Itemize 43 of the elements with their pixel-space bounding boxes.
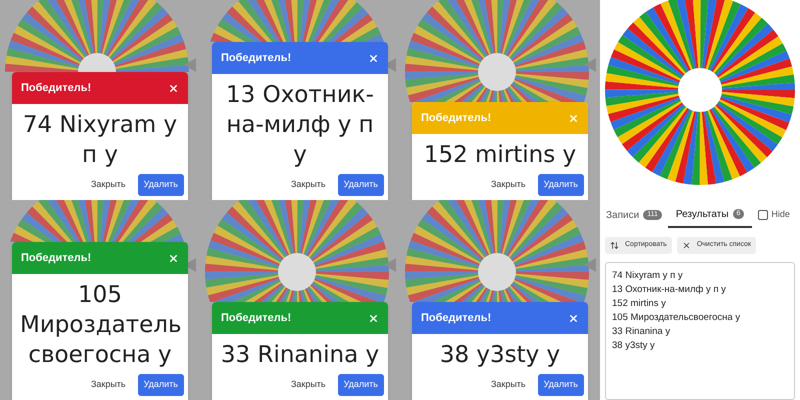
winner-text: 105 Мироздатель своегосна у	[19, 281, 182, 370]
delete-button[interactable]: Удалить	[538, 174, 584, 196]
delete-button[interactable]: Удалить	[138, 374, 184, 396]
sort-icon	[610, 241, 619, 250]
hide-checkbox[interactable]: Hide	[758, 208, 790, 222]
close-button[interactable]: Закрыть	[286, 174, 330, 196]
pointer-icon	[584, 58, 596, 72]
dialog-title: Победитель!	[221, 50, 292, 66]
close-button[interactable]: Закрыть	[86, 174, 130, 196]
result-line: 33 Rinanina у	[612, 325, 672, 339]
delete-button[interactable]: Удалить	[538, 374, 584, 396]
pointer-icon	[184, 58, 196, 72]
delete-button[interactable]: Удалить	[338, 174, 384, 196]
winner-text: 74 Nixyram у п у	[22, 111, 178, 170]
close-icon[interactable]	[568, 312, 579, 324]
close-icon[interactable]	[168, 82, 179, 94]
close-button[interactable]: Закрыть	[486, 374, 530, 396]
result-line: 152 mirtins у	[612, 297, 667, 311]
pointer-icon	[384, 258, 396, 272]
close-button[interactable]: Закрыть	[86, 374, 130, 396]
dialog-title: Победитель!	[221, 310, 292, 326]
result-line: 105 Мироздательсвоегосна у	[612, 311, 742, 325]
close-icon[interactable]	[368, 52, 379, 64]
winner-text: 33 Rinanina у	[220, 341, 380, 370]
result-line: 38 y3sty у	[612, 339, 656, 353]
close-button[interactable]: Закрыть	[486, 174, 530, 196]
winner-text: 13 Охотник-на-милф у п у	[225, 81, 375, 170]
result-line: 74 Nixyram у п у	[612, 269, 684, 283]
winner-text: 152 mirtins у	[422, 141, 578, 170]
dialog-title: Победитель!	[421, 110, 492, 126]
delete-button[interactable]: Удалить	[138, 174, 184, 196]
close-button[interactable]: Закрыть	[286, 374, 330, 396]
close-icon[interactable]	[368, 312, 379, 324]
close-icon[interactable]	[168, 252, 179, 264]
dialog-title: Победитель!	[21, 250, 92, 266]
result-line: 13 Охотник-на-милф у п у	[612, 283, 727, 297]
results-field[interactable]: 74 Nixyram у п у 13 Охотник-на-милф у п у 152 mirtins у 105 Мироздательсвоегосна у 33 Rinanina у 38 y3sty у	[605, 262, 795, 400]
delete-button[interactable]: Удалить	[338, 374, 384, 396]
winner-text: 38 y3sty у	[438, 341, 562, 370]
dialog-title: Победитель!	[421, 310, 492, 326]
dialog-title: Победитель!	[21, 80, 92, 96]
close-icon	[682, 241, 691, 250]
pointer-icon	[584, 258, 596, 272]
